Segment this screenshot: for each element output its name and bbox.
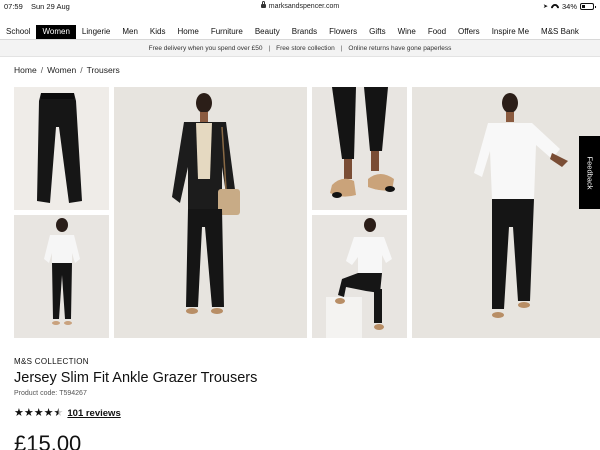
star-icon: ★: [14, 407, 24, 419]
breadcrumb: Home / Women / Trousers: [14, 65, 120, 75]
nav-item-home[interactable]: Home: [171, 25, 204, 39]
battery-icon: [580, 3, 596, 10]
promo-separator: |: [268, 44, 271, 52]
feedback-label: Feedback: [585, 156, 594, 189]
nav-item-gifts[interactable]: Gifts: [363, 25, 391, 39]
category-nav: School Women Lingerie Men Kids Home Furniture B…: [0, 25, 600, 39]
breadcrumb-separator: /: [40, 65, 44, 75]
product-code-label: Product code:: [14, 390, 58, 397]
ankle-shoes-closeup-image[interactable]: [312, 87, 407, 210]
ankle-shoes-closeup-icon: [312, 87, 407, 210]
breadcrumb-item-women[interactable]: Women: [47, 65, 76, 75]
feedback-tab[interactable]: Feedback: [579, 136, 600, 209]
product-title: Jersey Slim Fit Ankle Grazer Trousers: [14, 370, 258, 386]
promo-strip: Free delivery when you spend over £50 | Fr…: [0, 40, 600, 57]
nav-item-brands[interactable]: Brands: [286, 25, 323, 39]
nav-item-men[interactable]: Men: [116, 25, 144, 39]
promo-message[interactable]: Online returns have gone paperless: [348, 45, 451, 52]
product-rating: ★ ★ ★ ★ ★ 101 reviews: [14, 408, 121, 420]
model-seated-icon: [312, 215, 407, 338]
nav-item-wine[interactable]: Wine: [392, 25, 422, 39]
reviews-link[interactable]: 101 reviews: [67, 408, 120, 419]
trousers-flat-lay-icon: [14, 87, 109, 210]
breadcrumb-separator: /: [80, 65, 83, 75]
model-back-view-image[interactable]: [14, 215, 109, 338]
star-icon: ★: [23, 407, 34, 419]
status-bar: 07:59 Sun 29 Aug marksandspencer.com ➤ 3…: [0, 0, 600, 14]
lock-icon: [260, 1, 266, 8]
promo-message[interactable]: Free delivery when you spend over £50: [149, 45, 263, 52]
nav-item-furniture[interactable]: Furniture: [205, 25, 249, 39]
model-white-top-image[interactable]: [412, 87, 600, 338]
wifi-icon: [551, 4, 559, 10]
nav-item-lingerie[interactable]: Lingerie: [76, 25, 116, 39]
nav-item-beauty[interactable]: Beauty: [249, 25, 286, 39]
model-white-top-icon: [412, 87, 600, 338]
star-icon: ★: [43, 407, 54, 419]
trousers-flat-lay-image[interactable]: [14, 87, 109, 210]
breadcrumb-item-trousers[interactable]: Trousers: [87, 65, 120, 75]
promo-message[interactable]: Free store collection: [276, 45, 335, 52]
location-arrow-icon: ➤: [542, 4, 548, 10]
model-blazer-front-icon: [114, 87, 307, 338]
promo-separator: |: [340, 44, 343, 52]
star-icon: ★: [33, 407, 44, 419]
model-back-view-icon: [14, 215, 109, 338]
nav-item-flowers[interactable]: Flowers: [323, 25, 363, 39]
star-rating: ★ ★ ★ ★ ★: [14, 408, 63, 419]
product-price: £15.00: [14, 431, 82, 450]
breadcrumb-item-home[interactable]: Home: [14, 65, 37, 75]
address-bar[interactable]: marksandspencer.com: [0, 1, 600, 10]
nav-item-school[interactable]: School: [0, 25, 36, 39]
nav-item-offers[interactable]: Offers: [452, 25, 486, 39]
product-code-value: T594267: [59, 390, 87, 397]
star-icon: ★: [53, 407, 64, 419]
model-blazer-front-image[interactable]: [114, 87, 307, 338]
nav-item-inspire-me[interactable]: Inspire Me: [486, 25, 535, 39]
nav-item-m-s-bank[interactable]: M&S Bank: [535, 25, 585, 39]
product-brand: M&S COLLECTION: [14, 357, 89, 366]
product-code: Product code: T594267: [14, 390, 87, 397]
battery-percent: 34%: [561, 2, 577, 11]
url-text: marksandspencer.com: [268, 3, 340, 10]
nav-item-kids[interactable]: Kids: [144, 25, 172, 39]
nav-item-food[interactable]: Food: [422, 25, 452, 39]
nav-item-women[interactable]: Women: [36, 25, 76, 39]
model-seated-image[interactable]: [312, 215, 407, 338]
